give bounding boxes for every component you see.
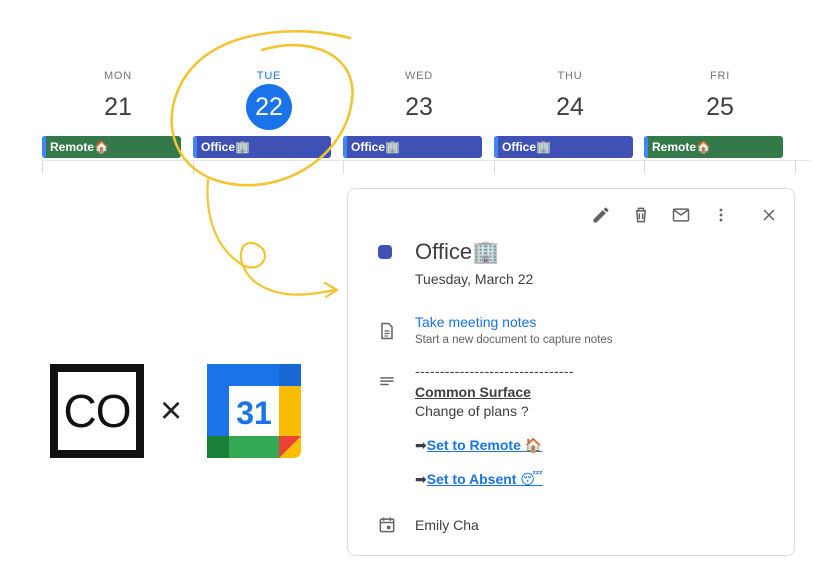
grid-line [343, 160, 344, 174]
more-vert-icon[interactable] [709, 203, 733, 227]
event-chip-mon[interactable]: Remote🏠 [42, 136, 181, 158]
event-chip-fri[interactable]: Remote🏠 [644, 136, 783, 158]
event-chip-wed[interactable]: Office🏢 [343, 136, 482, 158]
day-label-wed: WED [404, 70, 434, 82]
grid-line [644, 160, 645, 174]
day-label-thu: THU [557, 70, 583, 82]
edit-icon[interactable] [589, 203, 613, 227]
day-number-23[interactable]: 23 [349, 88, 489, 126]
google-calendar-logo: 31 [207, 364, 301, 458]
arrow-curve [206, 178, 337, 296]
day-number-21[interactable]: 21 [48, 88, 188, 126]
delete-icon[interactable] [629, 203, 653, 227]
calendar-icon [377, 515, 397, 535]
event-chip-tue[interactable]: Office🏢 [193, 136, 331, 158]
event-chip-thu[interactable]: Office🏢 [494, 136, 633, 158]
day-label-mon: MON [103, 70, 133, 82]
day-number-22-today[interactable]: 22 [199, 84, 339, 130]
day-label-tue: TUE [256, 70, 282, 82]
take-meeting-notes-link[interactable]: Take meeting notes [415, 314, 536, 330]
grid-divider [42, 160, 810, 161]
set-to-absent-link[interactable]: Set to Absent 😴 [427, 471, 543, 487]
grid-line [795, 160, 796, 174]
grid-line [494, 160, 495, 174]
event-date: Tuesday, March 22 [415, 271, 534, 287]
gcal-logo-number: 31 [236, 395, 272, 431]
set-remote-row: ➡Set to Remote 🏠 [415, 437, 542, 454]
times-symbol: × [160, 390, 183, 432]
event-detail-card: Office🏢 Tuesday, March 22 Take meeting n… [347, 188, 795, 556]
co-logo-text: CO [63, 385, 132, 437]
grid-line [193, 160, 194, 174]
arrow-icon: ➡ [415, 471, 427, 487]
day-number-24[interactable]: 24 [500, 88, 640, 126]
close-icon[interactable] [757, 203, 781, 227]
arrow-icon: ➡ [415, 437, 427, 453]
event-color-swatch [378, 245, 392, 259]
organizer-name: Emily Cha [415, 517, 479, 533]
description-question: Change of plans ? [415, 403, 529, 419]
description-icon [377, 372, 397, 392]
notes-doc-icon [377, 321, 397, 341]
day-label-fri: FRI [709, 70, 731, 82]
description-heading: Common Surface [415, 384, 531, 400]
set-to-remote-link[interactable]: Set to Remote 🏠 [427, 437, 542, 453]
day-number-25[interactable]: 25 [650, 88, 790, 126]
grid-line [42, 160, 43, 174]
arrow-head-icon [323, 281, 339, 299]
common-surface-logo: CO [50, 364, 144, 458]
today-number: 22 [246, 84, 292, 130]
email-icon[interactable] [669, 203, 693, 227]
description-divider: -------------------------------- [415, 363, 574, 379]
set-absent-row: ➡Set to Absent 😴 [415, 471, 543, 488]
notes-subtitle: Start a new document to capture notes [415, 334, 613, 346]
event-title: Office🏢 [415, 239, 500, 264]
